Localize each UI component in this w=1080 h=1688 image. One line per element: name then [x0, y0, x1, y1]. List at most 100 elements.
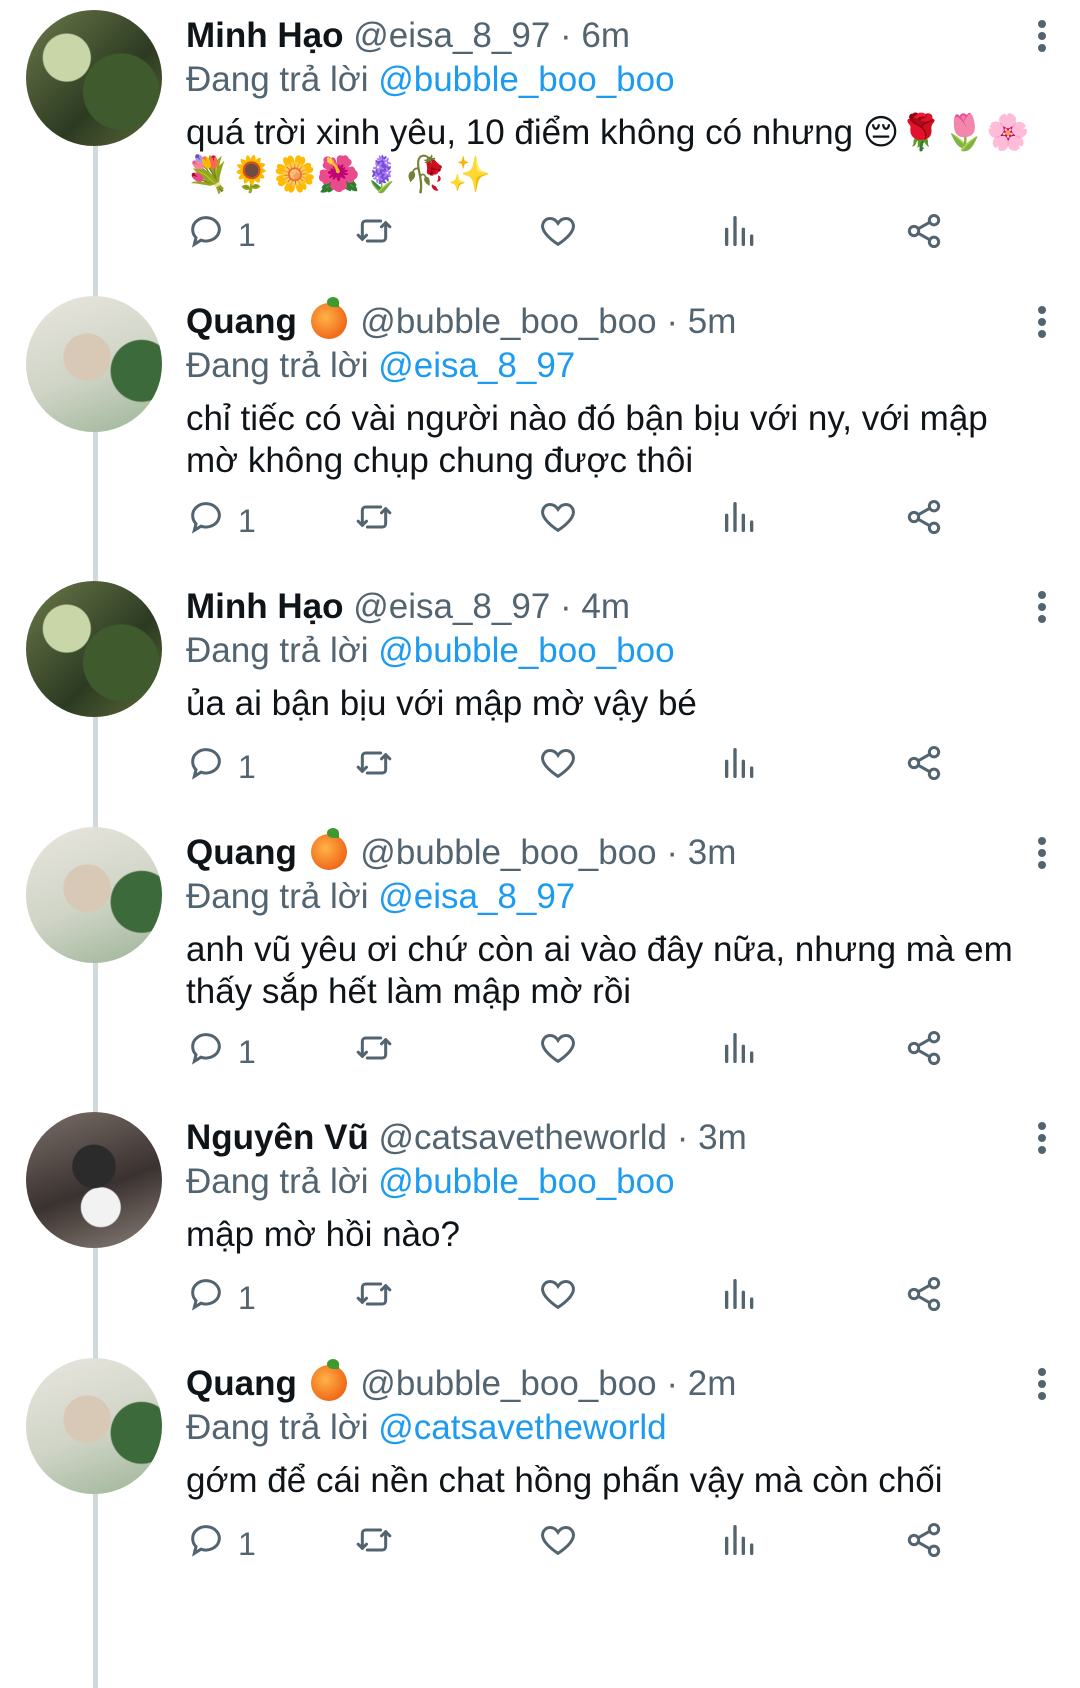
mention-link[interactable]: @bubble_boo_boo	[378, 1162, 674, 1201]
timestamp[interactable]: · 4m	[560, 587, 630, 626]
more-vertical-icon[interactable]	[1032, 302, 1052, 342]
tweet-header: Minh Hạo @eisa_8_97 · 6m	[186, 14, 1040, 58]
tweet-actions: 1	[186, 1273, 1036, 1323]
share-icon	[904, 1028, 944, 1076]
more-vertical-icon[interactable]	[1032, 16, 1052, 56]
reply-button[interactable]: 1	[186, 742, 256, 792]
views-button[interactable]	[720, 742, 760, 792]
tangerine-emoji-icon	[310, 1359, 347, 1401]
avatar[interactable]	[26, 10, 162, 146]
timestamp[interactable]: · 2m	[666, 1364, 736, 1403]
tweet-text: quá trời xinh yêu, 10 điểm không có nhưn…	[186, 113, 1031, 194]
user-handle[interactable]: @catsavetheworld	[379, 1118, 667, 1157]
reply-count: 1	[238, 1525, 256, 1562]
display-name[interactable]: Minh Hạo	[186, 16, 343, 55]
timestamp[interactable]: · 6m	[560, 16, 630, 55]
avatar[interactable]	[26, 1358, 162, 1494]
avatar[interactable]	[26, 296, 162, 432]
heart-icon	[538, 497, 578, 545]
timestamp[interactable]: · 5m	[666, 302, 736, 341]
display-name[interactable]: Minh Hạo	[186, 587, 343, 626]
views-button[interactable]	[720, 496, 760, 546]
retweet-icon	[354, 211, 394, 259]
views-icon	[720, 1520, 760, 1568]
avatar[interactable]	[26, 1112, 162, 1248]
share-icon	[904, 211, 944, 259]
reply-count: 1	[238, 748, 256, 785]
display-name[interactable]: Nguyên Vũ	[186, 1118, 369, 1157]
tweet-body: Quang @bubble_boo_boo · 5m Đang trả lời @…	[186, 286, 1040, 482]
views-button[interactable]	[720, 210, 760, 260]
mention-link[interactable]: @catsavetheworld	[378, 1408, 666, 1447]
user-handle[interactable]: @bubble_boo_boo	[360, 833, 656, 872]
tweet-header: Quang @bubble_boo_boo · 2m	[186, 1359, 1040, 1406]
mention-link[interactable]: @bubble_boo_boo	[378, 60, 674, 99]
replying-to-label: Đang trả lời	[186, 631, 369, 670]
timestamp[interactable]: · 3m	[666, 833, 736, 872]
avatar[interactable]	[26, 581, 162, 717]
timestamp[interactable]: · 3m	[677, 1118, 747, 1157]
tangerine-emoji-icon	[310, 828, 347, 870]
retweet-button[interactable]	[354, 1027, 394, 1077]
like-button[interactable]	[538, 1519, 578, 1569]
retweet-icon	[354, 1520, 394, 1568]
display-name[interactable]: Quang	[186, 833, 297, 872]
replying-to-line: Đang trả lời @eisa_8_97	[186, 344, 1040, 388]
like-button[interactable]	[538, 496, 578, 546]
share-icon	[904, 497, 944, 545]
tweet-text: chỉ tiếc có vài người nào đó bận bịu với…	[186, 399, 988, 480]
share-button[interactable]	[904, 1519, 944, 1569]
reply-button[interactable]: 1	[186, 1027, 256, 1077]
replying-to-label: Đang trả lời	[186, 346, 369, 385]
display-name[interactable]: Quang	[186, 302, 297, 341]
more-vertical-icon[interactable]	[1032, 1118, 1052, 1158]
heart-icon	[538, 211, 578, 259]
replying-to-line: Đang trả lời @bubble_boo_boo	[186, 1160, 1040, 1204]
tweet-actions: 1	[186, 496, 1036, 546]
like-button[interactable]	[538, 210, 578, 260]
user-handle[interactable]: @bubble_boo_boo	[360, 302, 656, 341]
views-icon	[720, 1028, 760, 1076]
views-button[interactable]	[720, 1273, 760, 1323]
retweet-icon	[354, 743, 394, 791]
share-button[interactable]	[904, 1027, 944, 1077]
views-button[interactable]	[720, 1027, 760, 1077]
like-button[interactable]	[538, 1027, 578, 1077]
reply-button[interactable]: 1	[186, 1519, 256, 1569]
heart-icon	[538, 1274, 578, 1322]
like-button[interactable]	[538, 742, 578, 792]
like-button[interactable]	[538, 1273, 578, 1323]
retweet-button[interactable]	[354, 496, 394, 546]
mention-link[interactable]: @bubble_boo_boo	[378, 631, 674, 670]
tweet-actions: 1	[186, 1519, 1036, 1569]
share-button[interactable]	[904, 742, 944, 792]
tweet-header: Minh Hạo @eisa_8_97 · 4m	[186, 585, 1040, 629]
more-vertical-icon[interactable]	[1032, 587, 1052, 627]
user-handle[interactable]: @bubble_boo_boo	[360, 1364, 656, 1403]
mention-link[interactable]: @eisa_8_97	[378, 877, 575, 916]
views-icon	[720, 497, 760, 545]
retweet-button[interactable]	[354, 1519, 394, 1569]
more-vertical-icon[interactable]	[1032, 1364, 1052, 1404]
views-button[interactable]	[720, 1519, 760, 1569]
reply-button[interactable]: 1	[186, 1273, 256, 1323]
retweet-button[interactable]	[354, 742, 394, 792]
share-button[interactable]	[904, 496, 944, 546]
avatar[interactable]	[26, 827, 162, 963]
replying-to-line: Đang trả lời @eisa_8_97	[186, 875, 1040, 919]
reply-button[interactable]: 1	[186, 496, 256, 546]
reply-icon	[186, 211, 226, 259]
mention-link[interactable]: @eisa_8_97	[378, 346, 575, 385]
retweet-button[interactable]	[354, 210, 394, 260]
more-vertical-icon[interactable]	[1032, 833, 1052, 873]
reply-button[interactable]: 1	[186, 210, 256, 260]
replying-to-label: Đang trả lời	[186, 1162, 369, 1201]
views-icon	[720, 211, 760, 259]
retweet-icon	[354, 1028, 394, 1076]
retweet-button[interactable]	[354, 1273, 394, 1323]
share-button[interactable]	[904, 1273, 944, 1323]
user-handle[interactable]: @eisa_8_97	[353, 587, 550, 626]
share-button[interactable]	[904, 210, 944, 260]
display-name[interactable]: Quang	[186, 1364, 297, 1403]
user-handle[interactable]: @eisa_8_97	[353, 16, 550, 55]
